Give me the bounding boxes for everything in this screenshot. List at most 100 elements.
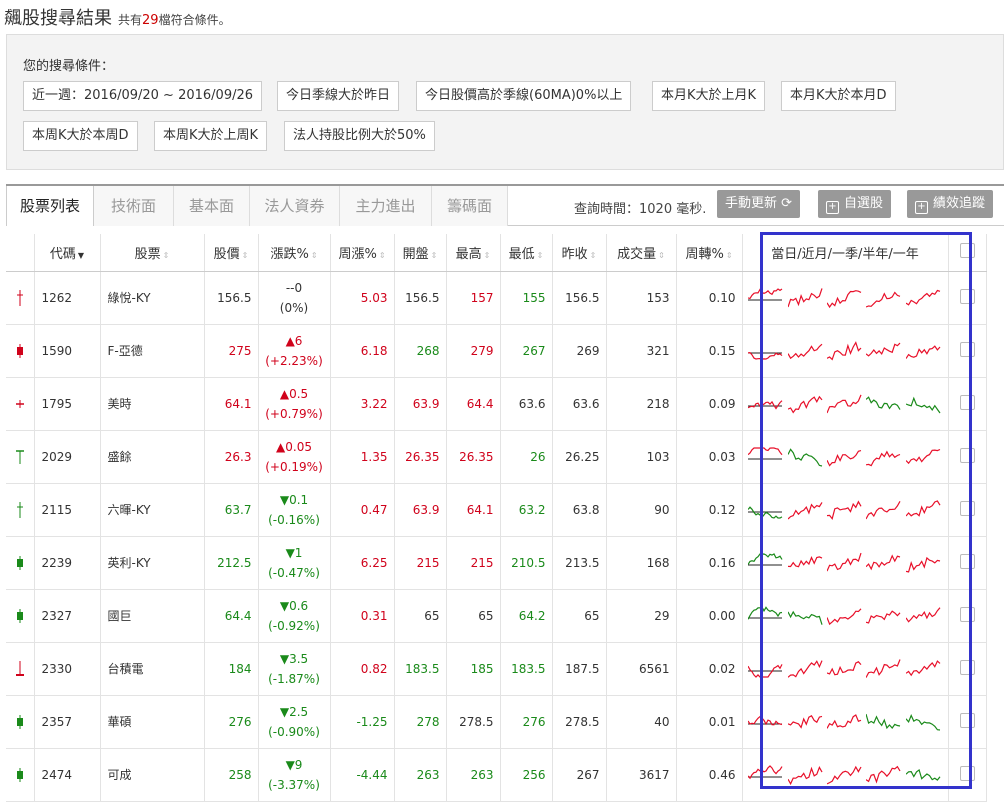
- sparkline-chart[interactable]: [787, 286, 824, 310]
- row-checkbox[interactable]: [959, 447, 975, 463]
- stock-name[interactable]: 台積電: [100, 642, 205, 696]
- stock-name[interactable]: F-亞德: [100, 324, 205, 378]
- sparkline-chart[interactable]: [866, 763, 902, 787]
- stock-name[interactable]: 英利-KY: [100, 536, 205, 590]
- table-row[interactable]: 2474 可成 258 ▼9 (-3.37%) -4.44 263 263 256…: [6, 748, 987, 802]
- header-name[interactable]: 股票 ⇕: [100, 234, 205, 272]
- row-checkbox[interactable]: [959, 765, 975, 781]
- sparkline-chart[interactable]: [748, 392, 784, 416]
- sparkline-chart[interactable]: [905, 551, 942, 575]
- sparkline-chart[interactable]: [866, 392, 902, 416]
- condition-chip[interactable]: 今日股價高於季線(60MA)0%以上: [416, 81, 632, 111]
- watchlist-button[interactable]: + 自選股: [818, 190, 892, 218]
- stock-name[interactable]: 美時: [100, 377, 205, 431]
- table-row[interactable]: 2357 華碩 276 ▼2.5 (-0.90%) -1.25 278 278.5…: [6, 695, 987, 749]
- sparkline-chart[interactable]: [866, 339, 902, 363]
- sparkline-chart[interactable]: [826, 339, 863, 363]
- sparkline-chart[interactable]: [866, 286, 902, 310]
- table-row[interactable]: 2330 台積電 184 ▼3.5 (-1.87%) 0.82 183.5 185…: [6, 642, 987, 696]
- header-code[interactable]: 代碼 ▼: [34, 234, 101, 272]
- header-change[interactable]: 漲跌% ⇕: [258, 234, 331, 272]
- tab-major-players[interactable]: 主力進出: [340, 186, 432, 226]
- condition-chip[interactable]: 法人持股比例大於50%: [284, 121, 435, 151]
- sparkline-chart[interactable]: [826, 710, 863, 734]
- sparkline-chart[interactable]: [866, 498, 902, 522]
- sparkline-chart[interactable]: [905, 710, 942, 734]
- row-checkbox[interactable]: [959, 659, 975, 675]
- header-open[interactable]: 開盤 ⇕: [394, 234, 447, 272]
- stock-name[interactable]: 國巨: [100, 589, 205, 643]
- sparkline-chart[interactable]: [787, 604, 824, 628]
- sparkline-chart[interactable]: [826, 551, 863, 575]
- select-all-checkbox[interactable]: [959, 242, 975, 258]
- track-button[interactable]: + 績效追蹤: [907, 190, 994, 218]
- stock-name[interactable]: 六暉-KY: [100, 483, 205, 537]
- row-checkbox[interactable]: [959, 712, 975, 728]
- stock-code[interactable]: 1262: [34, 271, 101, 325]
- condition-chip[interactable]: 本周K大於上周K: [154, 121, 268, 151]
- sparkline-chart[interactable]: [748, 763, 784, 787]
- sparkline-chart[interactable]: [787, 498, 824, 522]
- stock-code[interactable]: 2029: [34, 430, 101, 484]
- sparkline-chart[interactable]: [748, 339, 784, 363]
- sparkline-chart[interactable]: [866, 551, 902, 575]
- stock-code[interactable]: 1590: [34, 324, 101, 378]
- condition-chip[interactable]: 本月K大於本月D: [781, 81, 896, 111]
- sparkline-chart[interactable]: [748, 710, 784, 734]
- header-volume[interactable]: 成交量 ⇕: [606, 234, 677, 272]
- row-checkbox[interactable]: [959, 341, 975, 357]
- sparkline-chart[interactable]: [787, 551, 824, 575]
- stock-name[interactable]: 華碩: [100, 695, 205, 749]
- row-checkbox[interactable]: [959, 288, 975, 304]
- tab-technical[interactable]: 技術面: [94, 186, 174, 226]
- tab-stock-list[interactable]: 股票列表: [6, 186, 94, 226]
- sparkline-chart[interactable]: [866, 445, 902, 469]
- sparkline-chart[interactable]: [748, 445, 784, 469]
- sparkline-chart[interactable]: [866, 710, 902, 734]
- stock-code[interactable]: 2357: [34, 695, 101, 749]
- condition-chip[interactable]: 本月K大於上月K: [652, 81, 766, 111]
- sparkline-chart[interactable]: [748, 551, 784, 575]
- sparkline-chart[interactable]: [826, 763, 863, 787]
- tab-chips[interactable]: 籌碼面: [432, 186, 508, 226]
- sparkline-chart[interactable]: [787, 339, 824, 363]
- sparkline-chart[interactable]: [905, 498, 942, 522]
- sparkline-chart[interactable]: [905, 604, 942, 628]
- row-checkbox[interactable]: [959, 606, 975, 622]
- header-low[interactable]: 最低 ⇕: [500, 234, 553, 272]
- sparkline-chart[interactable]: [866, 604, 902, 628]
- sparkline-chart[interactable]: [787, 445, 824, 469]
- table-row[interactable]: 2029 盛餘 26.3 ▲0.05 (+0.19%) 1.35 26.35 26…: [6, 430, 987, 484]
- condition-chip[interactable]: 今日季線大於昨日: [277, 81, 400, 111]
- sparkline-chart[interactable]: [826, 445, 863, 469]
- stock-name[interactable]: 可成: [100, 748, 205, 802]
- sparkline-chart[interactable]: [787, 657, 824, 681]
- header-high[interactable]: 最高 ⇕: [446, 234, 501, 272]
- stock-name[interactable]: 盛餘: [100, 430, 205, 484]
- sparkline-chart[interactable]: [787, 763, 824, 787]
- sparkline-chart[interactable]: [748, 657, 784, 681]
- row-checkbox[interactable]: [959, 500, 975, 516]
- header-turnover[interactable]: 周轉% ⇕: [676, 234, 743, 272]
- refresh-button[interactable]: 手動更新 ⟳: [717, 190, 801, 218]
- tab-institutional[interactable]: 法人資券: [250, 186, 340, 226]
- sparkline-chart[interactable]: [905, 339, 942, 363]
- tab-fundamental[interactable]: 基本面: [174, 186, 250, 226]
- stock-code[interactable]: 2239: [34, 536, 101, 590]
- table-row[interactable]: 2327 國巨 64.4 ▼0.6 (-0.92%) 0.31 65 65 64.…: [6, 589, 987, 643]
- sparkline-chart[interactable]: [866, 657, 902, 681]
- stock-name[interactable]: 綠悅-KY: [100, 271, 205, 325]
- header-week[interactable]: 周漲% ⇕: [330, 234, 395, 272]
- sparkline-chart[interactable]: [905, 657, 942, 681]
- sparkline-chart[interactable]: [748, 498, 784, 522]
- sparkline-chart[interactable]: [748, 604, 784, 628]
- sparkline-chart[interactable]: [826, 286, 863, 310]
- sparkline-chart[interactable]: [787, 392, 824, 416]
- table-row[interactable]: 1590 F-亞德 275 ▲6 (+2.23%) 6.18 268 279 26…: [6, 324, 987, 378]
- sparkline-chart[interactable]: [748, 286, 784, 310]
- stock-code[interactable]: 2115: [34, 483, 101, 537]
- table-row[interactable]: 1262 綠悅-KY 156.5 --0 (0%) 5.03 156.5 157 …: [6, 271, 987, 325]
- header-select-all[interactable]: [948, 234, 987, 272]
- stock-code[interactable]: 1795: [34, 377, 101, 431]
- row-checkbox[interactable]: [959, 553, 975, 569]
